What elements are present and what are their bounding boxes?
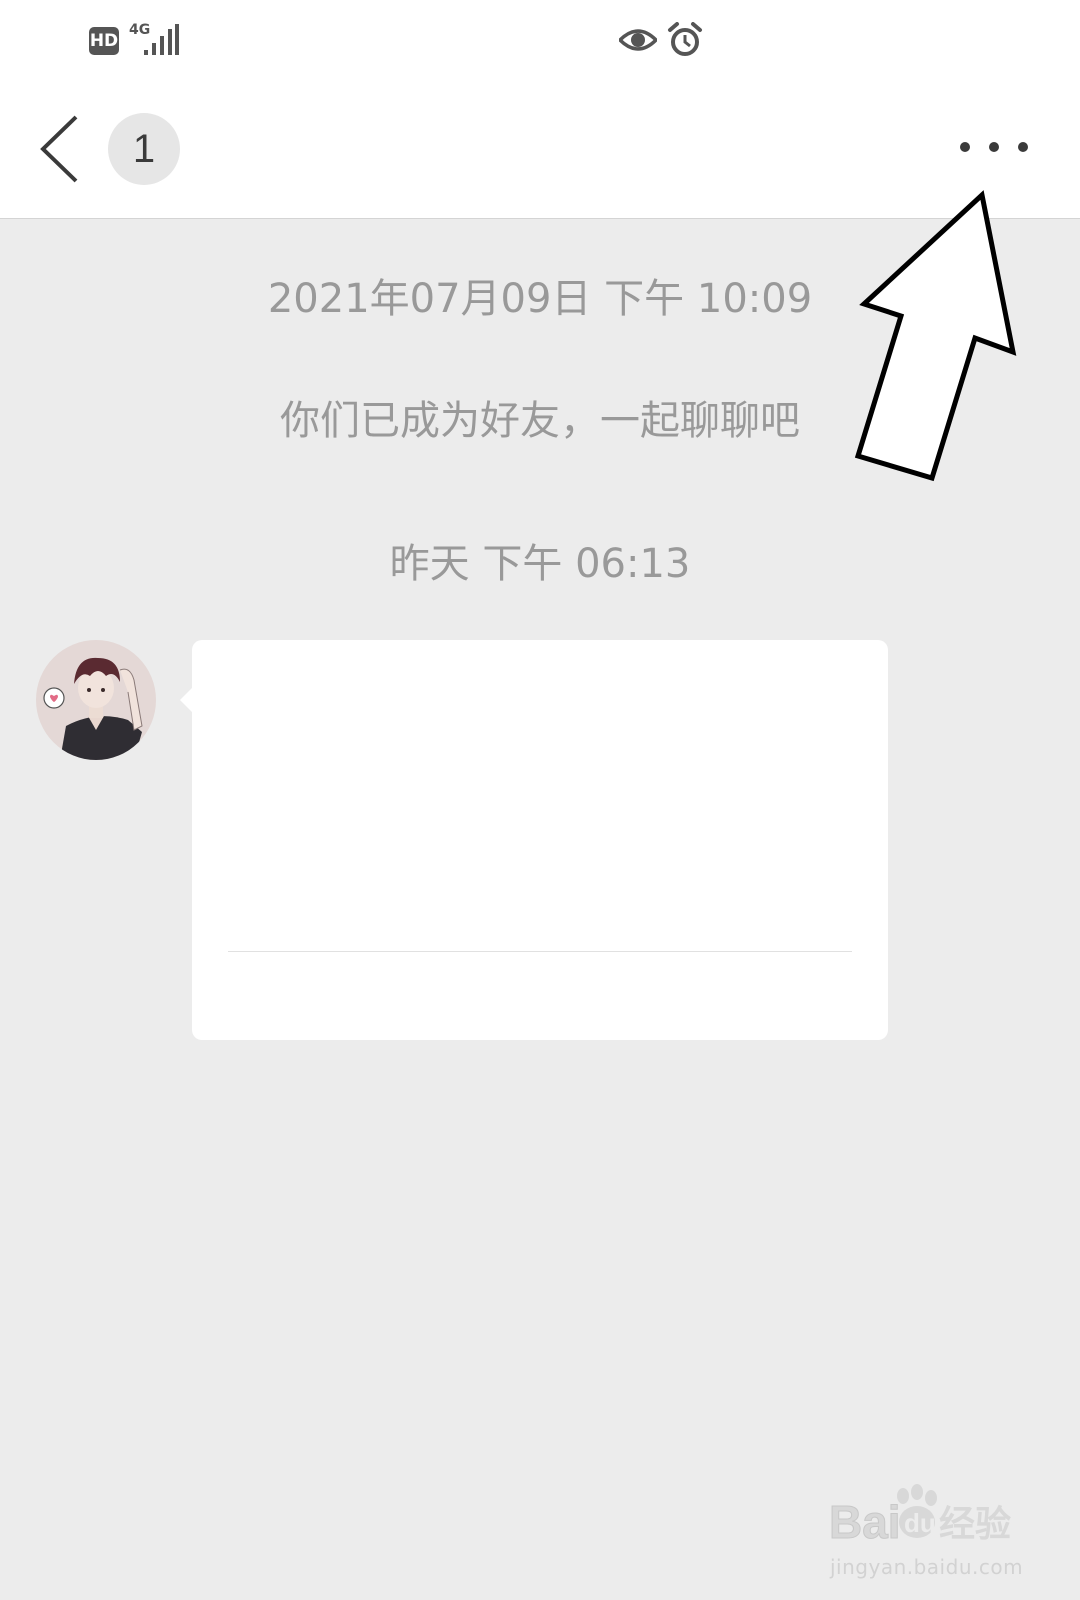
message-timestamp: 昨天 下午 06:13 [389, 541, 691, 587]
contact-avatar[interactable] [36, 640, 156, 760]
message-bubble[interactable] [180, 640, 888, 1040]
svg-text:Bai: Bai [829, 1496, 901, 1548]
bubble-tail [180, 688, 192, 712]
unread-count-badge[interactable]: 1 [108, 113, 180, 185]
baidu-watermark-logo: Bai du 经验 [829, 1484, 1011, 1549]
bubble-divider [228, 951, 852, 952]
svg-text:du: du [904, 1508, 936, 1538]
eye-icon [619, 29, 657, 51]
alarm-icon [668, 22, 702, 56]
status-bar: HD 4G [0, 0, 1080, 84]
more-icon[interactable] [958, 140, 1030, 154]
back-icon[interactable] [38, 114, 82, 184]
svg-text:经验: 经验 [939, 1504, 1011, 1545]
signal-icon [144, 24, 179, 55]
hd-icon: HD [89, 27, 119, 55]
annotation-arrow [854, 190, 1017, 482]
watermark-url: jingyan.baidu.com [830, 1555, 1024, 1579]
